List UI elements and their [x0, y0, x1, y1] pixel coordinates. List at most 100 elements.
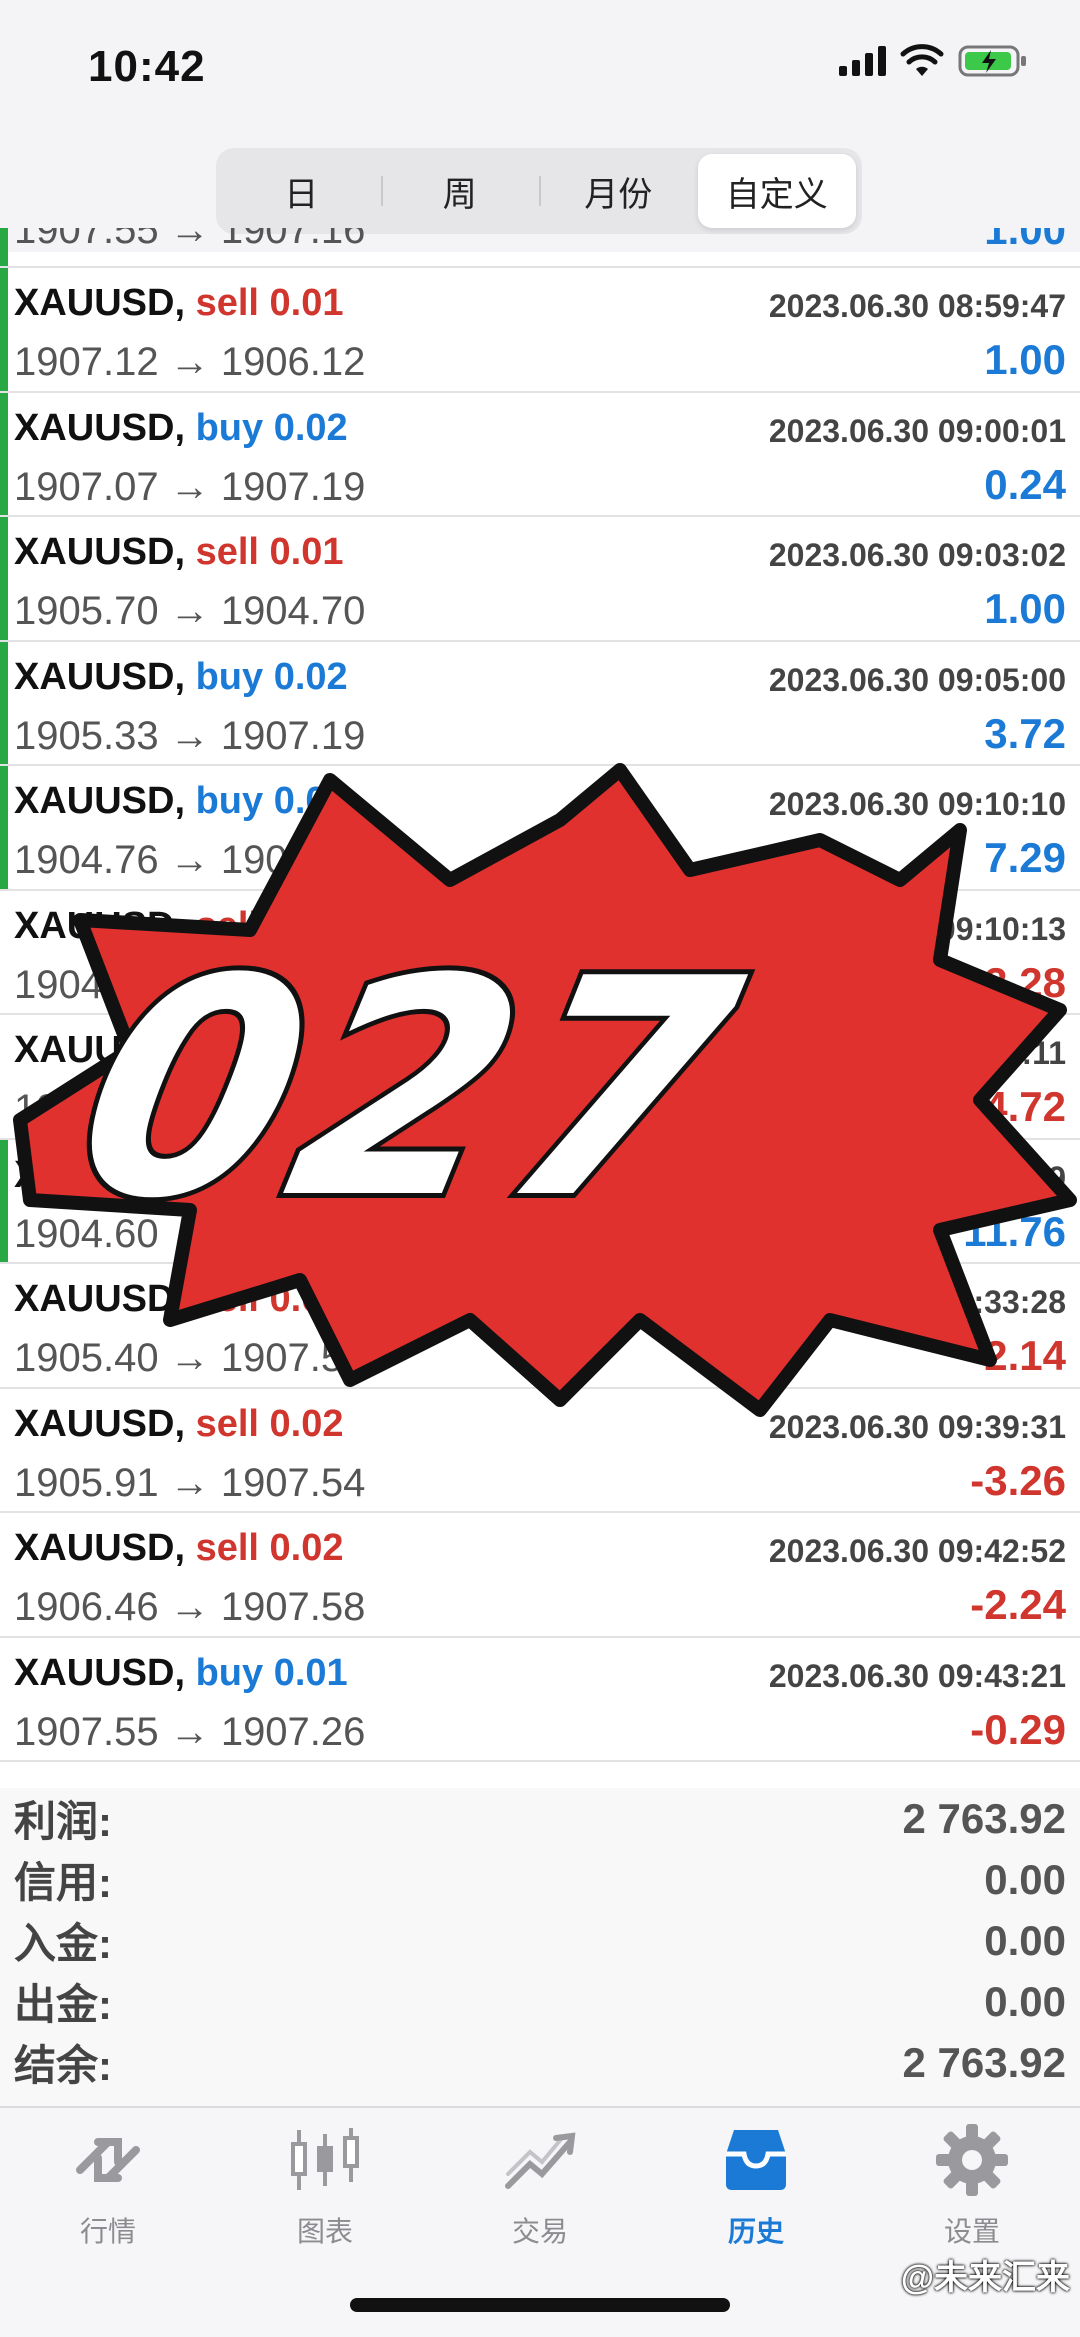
- summary-row-profit: 利润: 2 763.92: [14, 1788, 1066, 1849]
- status-icons: [839, 44, 1028, 78]
- deals-list[interactable]: 1907.55 → 1907.16 1.00 XAUUSD, sell 0.01…: [0, 228, 1080, 1762]
- summary-value: 0.00: [984, 1855, 1066, 1903]
- deal-profit: 1.00: [984, 228, 1066, 253]
- deal-row[interactable]: XAUUSD, sell 0.03 2023.06.30 09:10:13 1904…: [0, 890, 1080, 1015]
- summary-label: 利润:: [14, 1798, 112, 1845]
- segment-week[interactable]: 周: [380, 154, 540, 228]
- profit-bar: [0, 268, 8, 391]
- deal-prices: 1904.60 → 1907.54: [14, 1211, 366, 1256]
- deal-side: buy: [195, 406, 264, 449]
- deal-symbol: XAUUSD,: [14, 1153, 186, 1196]
- deal-row[interactable]: XAUUSD, buy 0.01 2023.06.30 09:43:21 1907.…: [0, 1637, 1080, 1762]
- summary-row-credit: 信用: 0.00: [14, 1849, 1066, 1910]
- home-indicator[interactable]: [350, 2298, 730, 2312]
- deal-profit: -2.24: [970, 1581, 1066, 1628]
- deal-time: 2023.06.30 09:20:59: [768, 1159, 1066, 1196]
- tab-label: 交易: [511, 2216, 568, 2247]
- deal-row[interactable]: XAUUSD, sell 0.02 2023.06.30 09:42:52 1906…: [0, 1513, 1080, 1638]
- deal-row[interactable]: XAUUSD, sell 0.02 2023.06.30 09:15:11 1904…: [0, 1015, 1080, 1140]
- deal-profit: 1.00: [984, 585, 1066, 632]
- deal-side: sell: [195, 1527, 259, 1569]
- tab-chart[interactable]: 图表: [255, 2120, 395, 2250]
- deal-prices: 1905.33 → 1907.19: [14, 713, 366, 758]
- segment-custom-label: 自定义: [725, 175, 828, 214]
- deal-side: sell: [195, 531, 259, 573]
- segment-month-label: 月份: [584, 175, 653, 214]
- deal-profit: 3.72: [984, 709, 1066, 757]
- tab-history[interactable]: 历史: [686, 2120, 826, 2250]
- summary-value: 2 763.92: [902, 1794, 1067, 1842]
- deal-side: sell: [195, 904, 259, 947]
- deal-volume: 0.02: [269, 1527, 344, 1569]
- segment-day[interactable]: 日: [222, 154, 381, 228]
- deal-title: XAUUSD, sell 0.01: [14, 282, 344, 325]
- deal-prices: 1904.09 → 1905.18: [14, 962, 366, 1007]
- deal-volume: 0.01: [269, 282, 344, 324]
- deal-time: 2023.06.30 09:03:02: [768, 537, 1066, 573]
- status-bar: 10:42: [0, 0, 1080, 140]
- deal-title: XAUUSD, buy 0.03: [14, 780, 348, 823]
- deal-volume: 0.02: [273, 655, 348, 698]
- deal-title: XAUUSD, sell 0.01: [14, 1278, 344, 1321]
- tab-settings[interactable]: 设置: [902, 2120, 1042, 2250]
- segment-day-label: 日: [284, 175, 319, 214]
- summary-value: 2 763.92: [902, 2038, 1067, 2086]
- summary-label: 入金:: [14, 1920, 112, 1967]
- period-segmented-control: 日 周 月份 自定义: [216, 148, 862, 234]
- deal-volume: 0.01: [269, 531, 344, 573]
- deal-time: 2023.06.30 09:42:52: [768, 1533, 1066, 1569]
- summary-value: 0.00: [984, 1916, 1066, 1964]
- deal-row[interactable]: XAUUSD, buy 0.02 2023.06.30 09:00:01 1907.…: [0, 392, 1080, 517]
- cellular-signal-icon: [839, 46, 886, 76]
- deal-prices: 1907.12 → 1906.12: [14, 340, 366, 384]
- deal-volume: 0.02: [273, 406, 348, 449]
- tab-trade[interactable]: 交易: [470, 2120, 610, 2250]
- deal-time: 2023.06.30 09:05:00: [768, 661, 1066, 698]
- deal-side: buy: [195, 780, 264, 822]
- tab-label: 历史: [727, 2216, 784, 2247]
- deal-volume: 0.04: [273, 1153, 348, 1196]
- deal-title: XAUUSD, sell 0.02: [14, 1403, 344, 1446]
- summary-value: 0.00: [984, 1977, 1066, 2025]
- deal-volume: 0.01: [269, 1278, 344, 1320]
- deal-title: XAUUSD, sell 0.02: [14, 1527, 344, 1570]
- deal-row[interactable]: XAUUSD, sell 0.02 2023.06.30 09:39:31 1905…: [0, 1388, 1080, 1513]
- deal-prices: 1907.07 → 1907.19: [14, 464, 366, 509]
- deal-row[interactable]: XAUUSD, sell 0.01 2023.06.30 08:59:47 1907…: [0, 268, 1080, 393]
- tab-label: 设置: [943, 2216, 1000, 2247]
- deal-row[interactable]: XAUUSD, sell 0.01 2023.06.30 09:33:28 1905…: [0, 1264, 1080, 1389]
- quotes-icon: [76, 2138, 140, 2182]
- battery-charging-icon: [958, 45, 1026, 77]
- deal-time: 2023.06.30 09:10:10: [768, 786, 1066, 822]
- partial-deal-row[interactable]: 1907.55 → 1907.16 1.00: [0, 228, 1080, 268]
- deal-row[interactable]: XAUUSD, buy 0.02 2023.06.30 09:05:00 1905.…: [0, 641, 1080, 766]
- deal-title: XAUUSD, sell 0.01: [14, 531, 344, 574]
- deal-symbol: XAUUSD,: [14, 1029, 186, 1071]
- deal-time: 2023.06.30 09:43:21: [768, 1657, 1066, 1694]
- deal-row[interactable]: XAUUSD, buy 0.03 2023.06.30 09:10:10 1904.…: [0, 766, 1080, 891]
- history-icon: [726, 2130, 786, 2190]
- account-summary: 利润: 2 763.92 信用: 0.00 入金: 0.00 出金: 0.00 结余: 2…: [0, 1788, 1080, 2106]
- deal-volume: 0.01: [273, 1651, 348, 1694]
- deal-profit: -4.72: [970, 1083, 1066, 1130]
- deal-symbol: XAUUSD,: [14, 655, 186, 698]
- deal-title: XAUUSD, buy 0.01: [14, 1652, 348, 1695]
- deal-title: XAUUSD, sell 0.02: [14, 1029, 344, 1072]
- deal-profit: -0.29: [970, 1705, 1066, 1753]
- segment-custom[interactable]: 自定义: [697, 154, 856, 228]
- deal-prices: 1904.76 → 1907.19: [14, 838, 366, 882]
- deal-time: 2023.06.30 09:33:28: [768, 1284, 1066, 1320]
- deal-row[interactable]: XAUUSD, sell 0.01 2023.06.30 09:03:02 1905…: [0, 517, 1080, 642]
- deal-symbol: XAUUSD,: [14, 1527, 186, 1569]
- deal-prices: 1905.40 → 1907.54: [14, 1336, 366, 1380]
- deal-prices: 1905.70 → 1904.70: [14, 589, 366, 633]
- deal-volume: 0.02: [269, 1402, 344, 1445]
- deal-side: sell: [195, 1278, 259, 1320]
- status-time: 10:42: [88, 42, 206, 91]
- deal-symbol: XAUUSD,: [14, 1402, 186, 1445]
- deal-profit: 0.24: [984, 460, 1066, 508]
- tab-quotes[interactable]: 行情: [38, 2120, 178, 2250]
- deal-row[interactable]: XAUUSD, buy 0.04 2023.06.30 09:20:59 1904.…: [0, 1139, 1080, 1264]
- segment-month[interactable]: 月份: [539, 154, 698, 228]
- deal-prices: 1907.55 → 1907.26: [14, 1709, 366, 1754]
